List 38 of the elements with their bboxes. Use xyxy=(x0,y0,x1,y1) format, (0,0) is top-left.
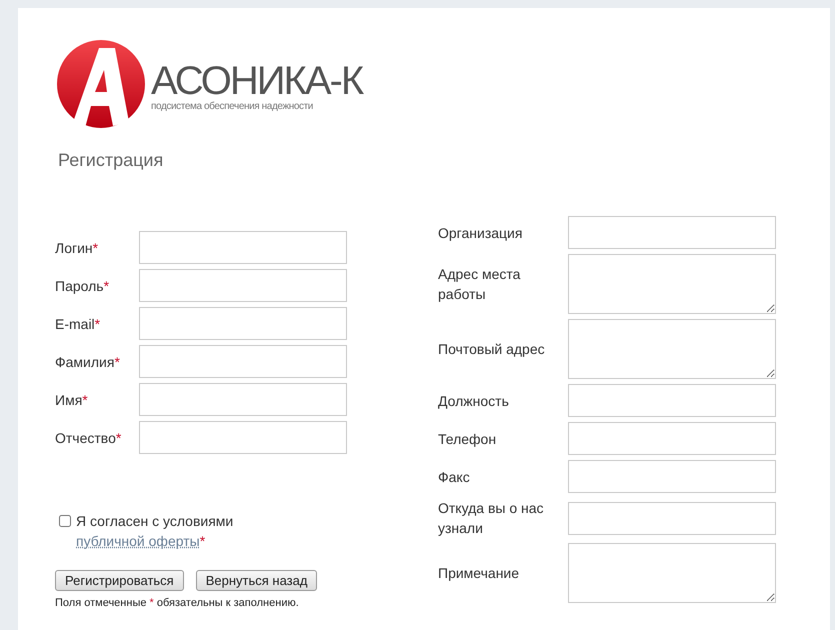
text-area[interactable] xyxy=(568,543,776,603)
input-field[interactable] xyxy=(568,502,776,534)
input-field[interactable] xyxy=(139,307,347,340)
field-label: Логин* xyxy=(55,238,100,258)
page-title: Регистрация xyxy=(58,150,164,171)
input-field[interactable] xyxy=(139,383,347,416)
field-label: Пароль* xyxy=(55,276,110,296)
field-label: Должность xyxy=(438,392,510,410)
text-area[interactable] xyxy=(568,319,776,379)
agree-checkbox[interactable] xyxy=(59,515,71,527)
text-area[interactable] xyxy=(568,254,776,314)
input-field[interactable] xyxy=(568,460,776,493)
back-button[interactable]: Вернуться назад xyxy=(196,570,318,591)
field-label: Телефон xyxy=(438,430,498,448)
field-label: Адрес места работы xyxy=(438,265,522,304)
field-label: Организация xyxy=(438,224,524,242)
agreement-text: Я согласен с условиями публичной оферты* xyxy=(76,512,234,551)
input-field[interactable] xyxy=(568,422,776,455)
field-label: Фамилия* xyxy=(55,352,121,372)
logo-icon xyxy=(55,38,147,130)
required-note: Поля отмеченные * обязательны к заполнению. xyxy=(55,597,299,609)
brand-name: АСОНИКА-К xyxy=(151,60,362,100)
input-field[interactable] xyxy=(139,345,347,378)
input-field[interactable] xyxy=(139,269,347,302)
input-field[interactable] xyxy=(139,421,347,454)
register-button[interactable]: Регистрироваться xyxy=(55,570,184,591)
input-field[interactable] xyxy=(568,216,776,249)
field-label: Отчество* xyxy=(55,428,122,448)
field-label: Имя* xyxy=(55,390,89,410)
brand-tagline: подсистема обеспечения надежности xyxy=(151,100,314,112)
field-label: Факс xyxy=(438,468,471,486)
field-label: E-mail* xyxy=(55,314,102,334)
field-label: Почтовый адрес xyxy=(438,340,546,359)
input-field[interactable] xyxy=(568,384,776,417)
offer-link[interactable]: публичной оферты xyxy=(76,533,200,549)
field-label: Откуда вы о нас узнали xyxy=(438,499,545,538)
input-field[interactable] xyxy=(139,231,347,264)
field-label: Примечание xyxy=(438,564,520,583)
